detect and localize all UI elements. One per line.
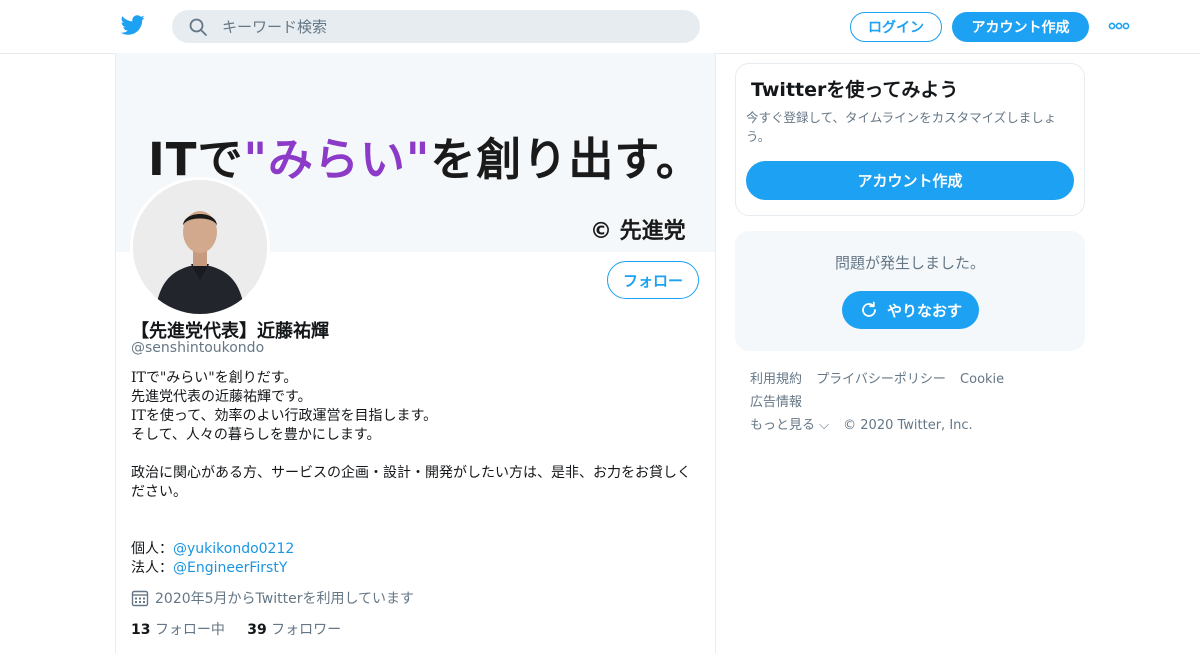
corporate-account-link[interactable]: @EngineerFirstY xyxy=(173,560,287,576)
footer-link-ads[interactable]: 広告情報 xyxy=(750,395,802,410)
bio-line: 政治に関心がある方、サービスの企画・設計・開発がしたい方は、是非、お力をお貸しく… xyxy=(131,465,691,500)
more-dots-icon xyxy=(1108,22,1130,30)
more-options-button[interactable] xyxy=(1106,16,1132,36)
banner-text-highlight: "みらい" xyxy=(243,133,431,186)
following-link[interactable]: 13 フォロー中 xyxy=(131,622,225,638)
footer-more-link[interactable]: もっと見る ⌵ xyxy=(750,418,829,433)
search-icon xyxy=(189,18,207,36)
bio-line: ITで"みらい"を創りだす。 xyxy=(131,370,298,386)
search-input[interactable] xyxy=(222,10,682,43)
bio-line: ITを使って、効率のよい行政運営を目指します。 xyxy=(131,408,438,424)
joined-date: 2020年5月からTwitterを利用しています xyxy=(131,588,414,608)
following-label: フォロー中 xyxy=(154,622,225,638)
bio-line: 先進党代表の近藤祐輝です。 xyxy=(131,389,312,405)
footer-link-cookie[interactable]: Cookie xyxy=(960,372,1004,387)
footer-row: もっと見る ⌵ © 2020 Twitter, Inc. xyxy=(750,414,1080,437)
bio-line xyxy=(131,521,696,540)
followers-link[interactable]: 39 フォロワー xyxy=(247,622,341,638)
signup-button[interactable]: アカウント作成 xyxy=(952,12,1089,42)
follow-button[interactable]: フォロー xyxy=(607,261,699,299)
profile-column: ITで"みらい"を創り出す。 © 先進党 フォロー 【先進党代表】近藤祐輝 @s… xyxy=(115,53,716,653)
error-message: 問題が発生しました。 xyxy=(834,254,985,272)
following-count: 13 xyxy=(131,622,151,638)
bio-personal-line: 個人：@yukikondo0212 xyxy=(131,540,696,559)
footer-copyright: © 2020 Twitter, Inc. xyxy=(843,418,973,433)
banner-text-after: を創り出す。 xyxy=(430,133,702,186)
twitter-bird-icon[interactable] xyxy=(120,13,146,37)
signup-card: Twitterを使ってみよう 今すぐ登録して、タイムラインをカスタマイズしましょ… xyxy=(735,63,1085,216)
refresh-icon xyxy=(862,301,876,317)
profile-bio: ITで"みらい"を創りだす。 先進党代表の近藤祐輝です。 ITを使って、効率のよ… xyxy=(131,369,696,578)
signup-card-subtitle: 今すぐ登録して、タイムラインをカスタマイズしましょう。 xyxy=(746,110,1057,144)
followers-label: フォロワー xyxy=(271,622,342,638)
login-button[interactable]: ログイン xyxy=(850,12,942,42)
footer-row: 利用規約 プライバシーポリシー Cookie 広告情報 xyxy=(750,368,1080,414)
followers-count: 39 xyxy=(247,622,267,638)
bio-line: そして、人々の暮らしを豊かにします。 xyxy=(131,427,381,443)
banner-slogan: ITで"みらい"を創り出す。 xyxy=(148,123,702,188)
personal-account-link[interactable]: @yukikondo0212 xyxy=(173,541,294,557)
footer-link-terms[interactable]: 利用規約 xyxy=(750,372,802,387)
joined-text: 2020年5月からTwitterを利用しています xyxy=(155,591,415,607)
retry-button[interactable]: やりなおす xyxy=(842,291,979,329)
footer-link-privacy[interactable]: プライバシーポリシー xyxy=(816,372,946,387)
search-bar[interactable] xyxy=(172,10,700,43)
corporate-label: 法人： xyxy=(131,560,173,576)
retry-label: やりなおす xyxy=(886,301,962,320)
signup-card-title: Twitterを使ってみよう xyxy=(751,79,959,101)
top-navigation-bar: ログイン アカウント作成 xyxy=(0,0,1200,54)
error-card: 問題が発生しました。 やりなおす xyxy=(735,231,1085,351)
signup-card-button[interactable]: アカウント作成 xyxy=(746,161,1074,200)
bio-corporate-line: 法人：@EngineerFirstY xyxy=(131,559,696,578)
bio-line xyxy=(131,502,696,521)
footer-links: 利用規約 プライバシーポリシー Cookie 広告情報 もっと見る ⌵ © 20… xyxy=(750,368,1080,437)
personal-label: 個人： xyxy=(131,541,173,557)
calendar-icon xyxy=(131,590,149,607)
banner-credit: © 先進党 xyxy=(590,219,686,244)
bio-line xyxy=(131,445,696,464)
avatar-photo xyxy=(133,180,267,314)
profile-handle[interactable]: @senshintoukondo xyxy=(131,340,264,356)
follow-counts: 13 フォロー中 39 フォロワー xyxy=(131,619,341,639)
avatar[interactable] xyxy=(130,177,270,317)
